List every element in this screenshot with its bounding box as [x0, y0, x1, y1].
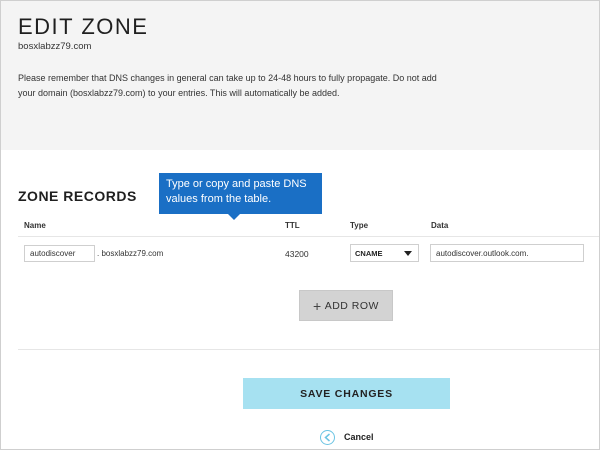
- section-divider: [18, 349, 600, 350]
- instruction-tooltip: Type or copy and paste DNS values from t…: [159, 173, 322, 220]
- plus-icon: +: [313, 297, 322, 314]
- type-select-value: CNAME: [355, 249, 383, 258]
- data-field[interactable]: autodiscover.outlook.com.: [430, 244, 584, 262]
- cancel-label: Cancel: [344, 432, 374, 442]
- page-title: EDIT ZONE: [18, 14, 149, 39]
- page-header: EDIT ZONE bosxlabzz79.com Please remembe…: [0, 0, 600, 150]
- name-field[interactable]: autodiscover: [24, 245, 95, 262]
- dns-notice: Please remember that DNS changes in gene…: [18, 73, 437, 98]
- add-row-label: ADD ROW: [324, 299, 379, 312]
- section-title-zone-records: ZONE RECORDS: [18, 188, 137, 204]
- column-header-data: Data: [431, 221, 449, 230]
- chevron-left-circle-icon: [320, 429, 335, 445]
- save-changes-label: SAVE CHANGES: [300, 387, 393, 400]
- domain-suffix: . bosxlabzz79.com: [97, 249, 164, 258]
- cancel-link[interactable]: Cancel: [320, 429, 374, 445]
- ttl-value: 43200: [285, 249, 309, 259]
- add-row-button[interactable]: + ADD ROW: [299, 290, 393, 321]
- chevron-down-icon: [404, 251, 412, 256]
- table-header-divider: [18, 236, 600, 237]
- column-header-ttl: TTL: [285, 221, 300, 230]
- save-changes-button[interactable]: SAVE CHANGES: [243, 378, 450, 409]
- column-header-type: Type: [350, 221, 369, 230]
- domain-name: bosxlabzz79.com: [18, 41, 92, 52]
- type-select[interactable]: CNAME: [350, 244, 419, 262]
- column-header-name: Name: [24, 221, 46, 230]
